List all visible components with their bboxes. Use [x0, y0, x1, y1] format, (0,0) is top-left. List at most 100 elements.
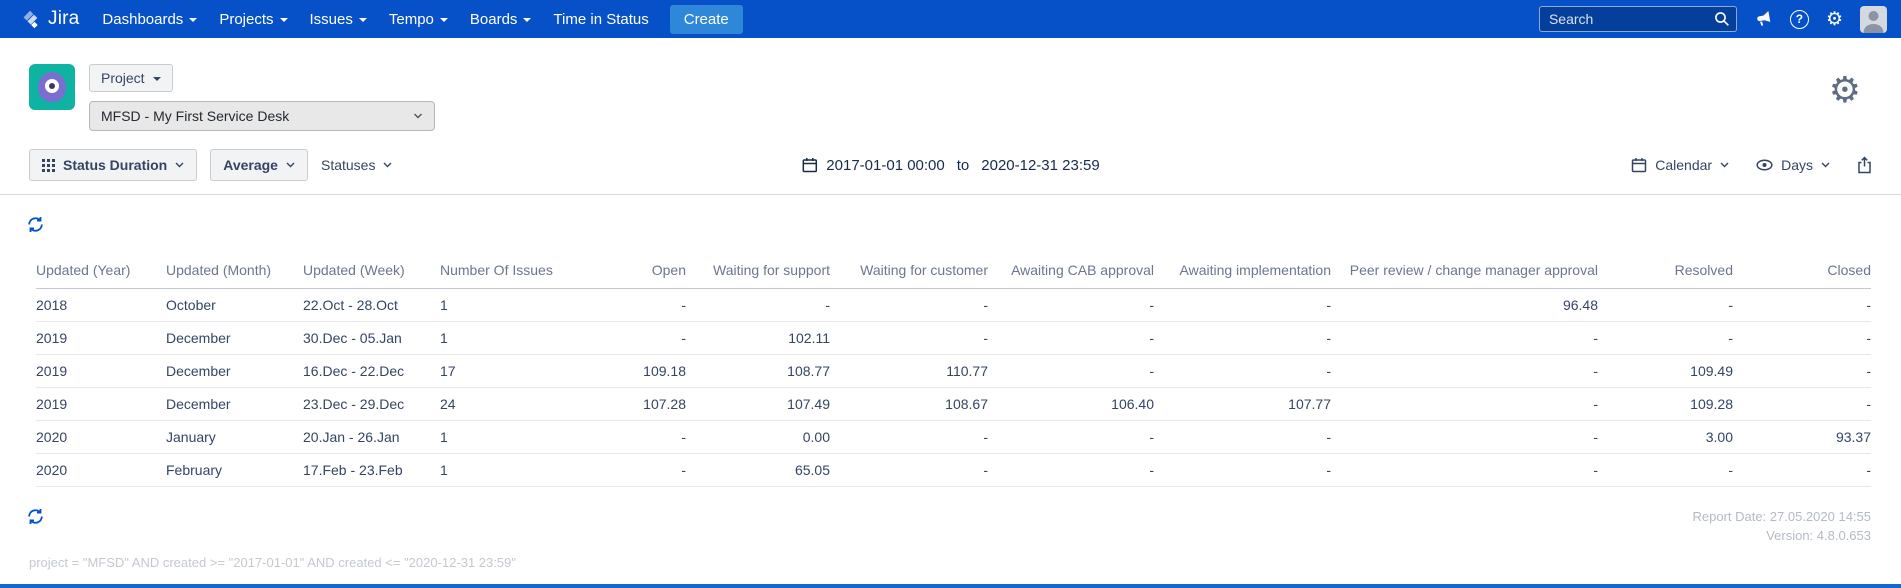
bottom-edge-bar [0, 584, 1901, 588]
unit-dropdown[interactable]: Days [1756, 157, 1830, 173]
table-header-row: Updated (Year) Updated (Month) Updated (We… [36, 253, 1871, 289]
column-header: Waiting for support [686, 253, 830, 289]
chevron-down-icon [1720, 162, 1729, 168]
table-cell: 22.Oct - 28.Oct [303, 288, 440, 322]
table-cell: - [576, 288, 686, 322]
table-cell: 107.49 [686, 387, 830, 421]
table-cell: - [830, 321, 988, 355]
table-cell: - [1154, 321, 1331, 355]
chevron-down-icon [189, 18, 198, 22]
nav-item-label: Projects [219, 10, 274, 28]
column-header: Peer review / change manager approval [1331, 253, 1598, 289]
table-cell: - [1154, 453, 1331, 487]
table-cell: - [1331, 321, 1598, 355]
chevron-down-icon [414, 113, 422, 119]
table-cell: 110.77 [830, 354, 988, 388]
nav-dashboards[interactable]: Dashboards [91, 0, 208, 38]
project-select-value: MFSD - My First Service Desk [101, 108, 290, 124]
chevron-down-icon [286, 162, 295, 168]
table-cell: 93.37 [1733, 420, 1871, 454]
table-cell: 17 [440, 354, 576, 388]
table-cell: 107.77 [1154, 387, 1331, 421]
table-row: 2020 January 20.Jan - 26.Jan 1-0.00- - - -3.00… [36, 420, 1871, 454]
table-cell: December [166, 387, 303, 421]
jira-logo[interactable]: Jira [14, 8, 91, 30]
chevron-down-icon [358, 18, 367, 22]
statuses-dropdown[interactable]: Statuses [321, 157, 392, 173]
nav-tempo[interactable]: Tempo [378, 0, 459, 38]
unit-label: Days [1781, 157, 1813, 173]
table-cell: - [1154, 354, 1331, 388]
column-header: Awaiting implementation [1154, 253, 1331, 289]
refresh-row [26, 215, 1901, 239]
report-meta: Report Date: 27.05.2020 14:55 Version: 4… [1692, 507, 1871, 545]
table-row: 2018 October 22.Oct - 28.Oct 1- - - - -96.48- - [36, 288, 1871, 322]
nav-projects[interactable]: Projects [208, 0, 298, 38]
refresh-icon[interactable] [26, 215, 45, 234]
nav-item-label: Time in Status [553, 10, 649, 28]
refresh-icon-bottom[interactable] [26, 507, 45, 526]
calendar-dropdown[interactable]: Calendar [1631, 157, 1729, 173]
table-cell: - [576, 321, 686, 355]
column-header: Awaiting CAB approval [988, 253, 1154, 289]
table-cell: 0.00 [686, 420, 830, 454]
table-cell: - [1154, 420, 1331, 454]
export-button[interactable] [1857, 156, 1872, 174]
settings-gear-icon[interactable]: ⚙ [1829, 72, 1861, 108]
table-cell: - [988, 453, 1154, 487]
report-toolbar: Status Duration Average Statuses 2017-01… [0, 135, 1901, 195]
search-input[interactable] [1538, 6, 1737, 32]
table-cell: - [988, 288, 1154, 322]
nav-issues[interactable]: Issues [299, 0, 378, 38]
jql-query: project = "MFSD" AND created >= "2017-01… [29, 555, 516, 570]
project-type-dropdown[interactable]: Project [89, 64, 173, 92]
date-range-picker[interactable]: 2017-01-01 00:00 to 2020-12-31 23:59 [801, 156, 1100, 174]
table-row: 2020 February 17.Feb - 23.Feb 1-65.05- - - - - - [36, 453, 1871, 487]
table-cell: 109.49 [1598, 354, 1733, 388]
calendar-label: Calendar [1655, 157, 1713, 173]
jira-logo-icon [20, 9, 41, 30]
date-from: 2017-01-01 00:00 [826, 156, 945, 174]
statuses-label: Statuses [320, 157, 376, 173]
table-row: 2019 December 16.Dec - 22.Dec 17 109.18 108.7… [36, 354, 1871, 388]
calendar-icon [1632, 158, 1647, 173]
search-icon[interactable] [1714, 11, 1730, 27]
grid-icon [42, 158, 55, 172]
gear-icon[interactable]: ⚙ [1826, 10, 1843, 29]
table-cell: - [576, 453, 686, 487]
table-cell: 1 [440, 453, 576, 487]
table-cell: 65.05 [686, 453, 830, 487]
table-cell: - [1331, 387, 1598, 421]
table-cell: February [166, 453, 303, 487]
table-cell: December [166, 321, 303, 355]
project-selector-group: Project MFSD - My First Service Desk [29, 64, 435, 131]
table-cell: 3.00 [1598, 420, 1733, 454]
create-button[interactable]: Create [669, 4, 743, 34]
project-avatar-monster-pupil [49, 83, 55, 89]
chevron-down-icon [383, 162, 392, 168]
report-main: Updated (Year) Updated (Month) Updated (We… [0, 215, 1901, 570]
nav-time-in-status[interactable]: Time in Status [542, 0, 659, 38]
date-to-word: to [956, 156, 970, 174]
table-cell: 109.18 [576, 354, 686, 388]
column-header: Open [576, 253, 686, 289]
nav-item-label: Boards [469, 10, 518, 28]
table-cell: - [1598, 321, 1733, 355]
table-cell: - [1331, 453, 1598, 487]
metric-label: Average [223, 157, 278, 173]
table-cell: 108.77 [686, 354, 830, 388]
table-cell: - [988, 321, 1154, 355]
user-avatar[interactable] [1860, 5, 1887, 33]
status-duration-table: Updated (Year) Updated (Month) Updated (We… [36, 253, 1871, 487]
column-header: Updated (Year) [36, 253, 166, 289]
nav-boards[interactable]: Boards [459, 0, 543, 38]
announcement-icon[interactable] [1754, 10, 1773, 28]
table-cell: - [830, 288, 988, 322]
help-icon[interactable]: ? [1789, 9, 1809, 29]
table-cell: - [1733, 453, 1871, 487]
navbar-search [1538, 6, 1737, 32]
metric-button[interactable]: Average [210, 149, 308, 181]
project-select[interactable]: MFSD - My First Service Desk [89, 101, 435, 131]
table-cell: - [1154, 288, 1331, 322]
report-type-button[interactable]: Status Duration [29, 149, 198, 181]
